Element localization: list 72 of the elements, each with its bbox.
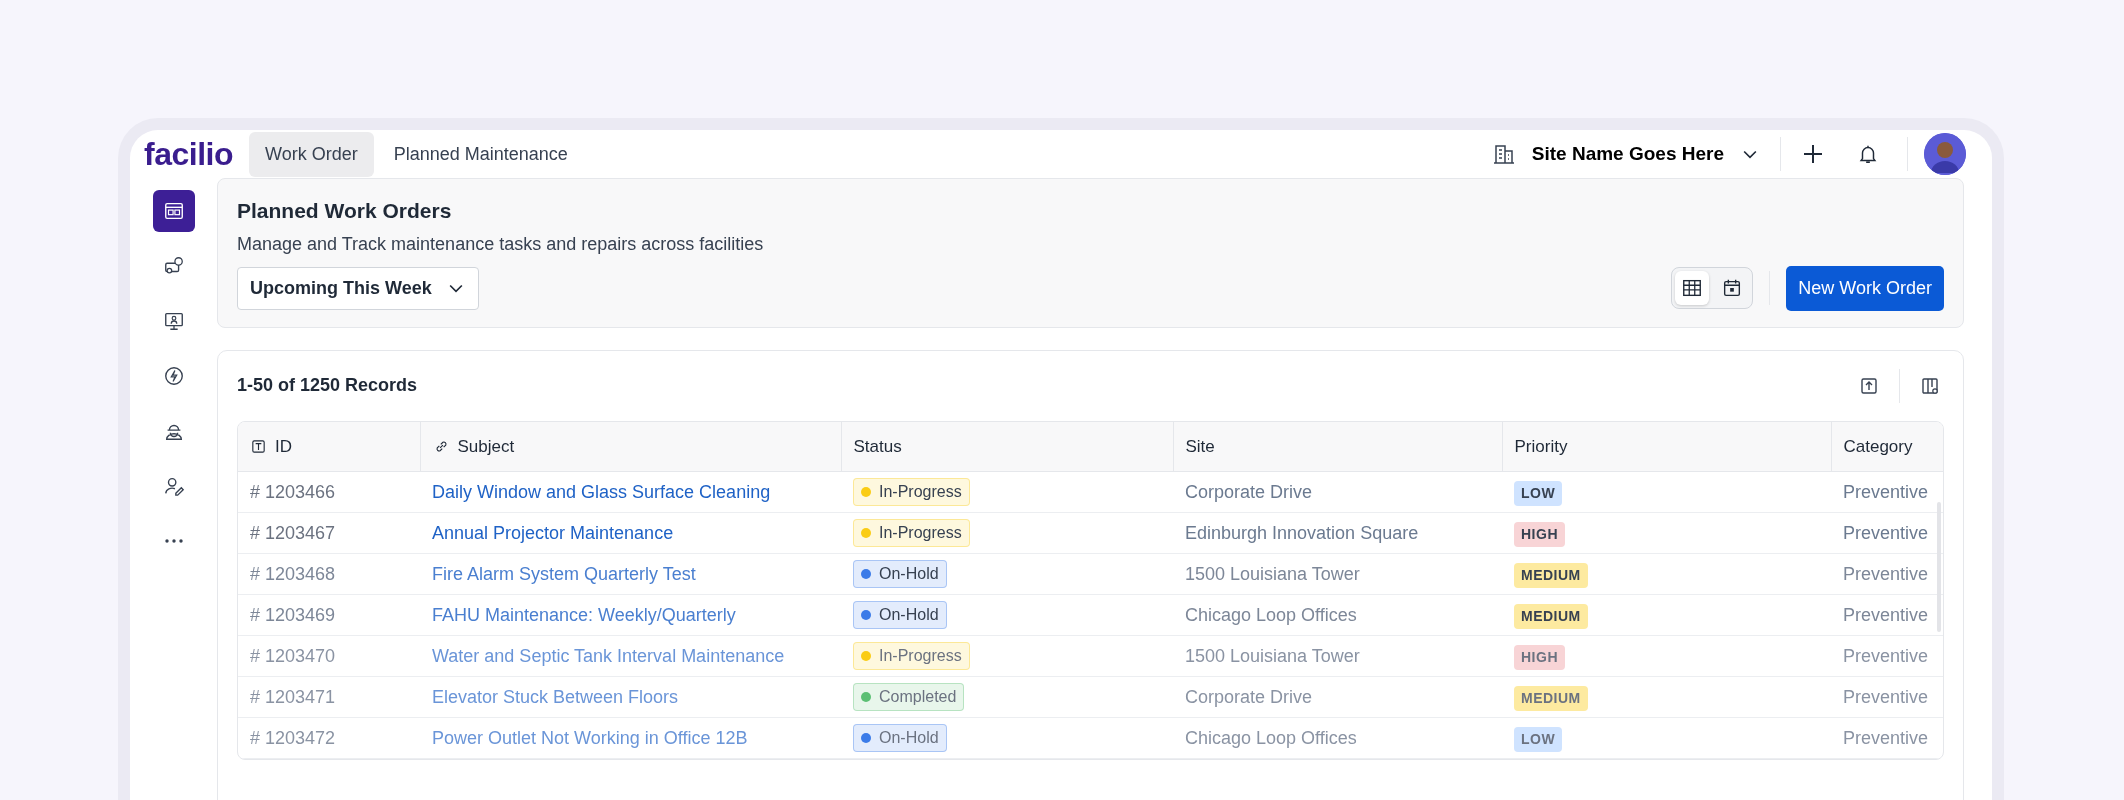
column-header: Subject [457,435,515,458]
export-icon [1859,375,1879,396]
site-name: 1500 Louisiana Tower [1185,645,1360,666]
column-header: Site [1185,435,1215,458]
category: Preventive [1843,727,1929,748]
column-header: ID [275,435,292,458]
columns-icon [1920,375,1940,396]
work-order-id: # 1203469 [250,604,336,625]
category: Preventive [1843,645,1929,666]
site-selector[interactable]: Site Name Goes Here [1487,135,1764,173]
category: Preventive [1843,522,1929,543]
priority-tag: MEDIUM [1514,685,1588,711]
work-order-id: # 1203466 [250,481,336,502]
filter-dropdown[interactable]: Upcoming This Week [237,266,479,310]
category: Preventive [1843,563,1929,584]
plus-icon [1801,142,1825,166]
column-header: Status [853,435,902,458]
work-order-id: # 1203470 [250,645,336,666]
status-tag: Completed [853,683,965,711]
status-tag: On-Hold [853,601,947,629]
site-name: Edinburgh Innovation Square [1185,522,1419,543]
lightning-icon [162,365,185,387]
table-icon [1681,277,1704,299]
subject-link[interactable]: Elevator Stuck Between Floors [432,686,679,707]
work-order-id: # 1203468 [250,563,336,584]
status-tag: In-Progress [853,642,970,670]
avatar[interactable] [1924,133,1966,175]
presentation-icon [162,310,185,332]
site-name: Chicago Loop Offices [1185,727,1357,748]
dashboard-icon [162,200,185,222]
nav-tab[interactable]: Planned Maintenance [377,131,584,177]
subject-link[interactable]: Power Outlet Not Working in Office 12B [432,727,748,748]
more-icon [162,538,185,544]
logo: facilio [144,135,233,174]
category: Preventive [1843,604,1929,625]
user-edit-icon [162,475,185,497]
subject-link[interactable]: Water and Septic Tank Interval Maintenance [432,645,785,666]
status-tag: On-Hold [853,560,947,588]
priority-tag: MEDIUM [1514,562,1588,588]
category: Preventive [1843,481,1929,502]
work-order-id: # 1203472 [250,727,336,748]
page-title: Planned Work Orders [237,198,453,224]
building-icon [1491,142,1516,166]
status-tag: In-Progress [853,478,970,506]
subject-link[interactable]: Daily Window and Glass Surface Cleaning [432,481,771,502]
new-work-order-button[interactable]: New Work Order [1786,265,1944,311]
sidebar-item[interactable] [152,190,195,232]
page-subtitle: Manage and Track maintenance tasks and repairs across facilities [237,232,765,256]
column-header: Priority [1514,435,1568,458]
site-name: 1500 Louisiana Tower [1185,563,1360,584]
subject-link[interactable]: FAHU Maintenance: Weekly/Quarterly [432,604,736,625]
view-button[interactable] [1675,271,1710,305]
subject-link[interactable]: Annual Projector Maintenance [432,522,674,543]
work-order-id: # 1203471 [250,686,336,707]
site-name: Corporate Drive [1185,481,1313,502]
status-tag: On-Hold [853,724,947,752]
priority-tag: LOW [1514,480,1563,506]
column-header: Category [1843,435,1913,458]
record-count: 1-50 of 1250 Records [237,374,418,397]
bell-icon [1857,143,1879,165]
priority-tag: HIGH [1514,521,1565,547]
text-field-icon [250,437,267,455]
work-order-id: # 1203467 [250,522,336,543]
status-tag: In-Progress [853,519,970,547]
nav-tab[interactable]: Work Order [248,131,374,177]
category: Preventive [1843,686,1929,707]
priority-tag: HIGH [1514,644,1565,670]
site-name: Chicago Loop Offices [1185,604,1357,625]
subject-link[interactable]: Fire Alarm System Quarterly Test [432,563,696,584]
priority-tag: LOW [1514,726,1563,752]
site-name: Corporate Drive [1185,686,1313,707]
priority-tag: MEDIUM [1514,603,1588,629]
